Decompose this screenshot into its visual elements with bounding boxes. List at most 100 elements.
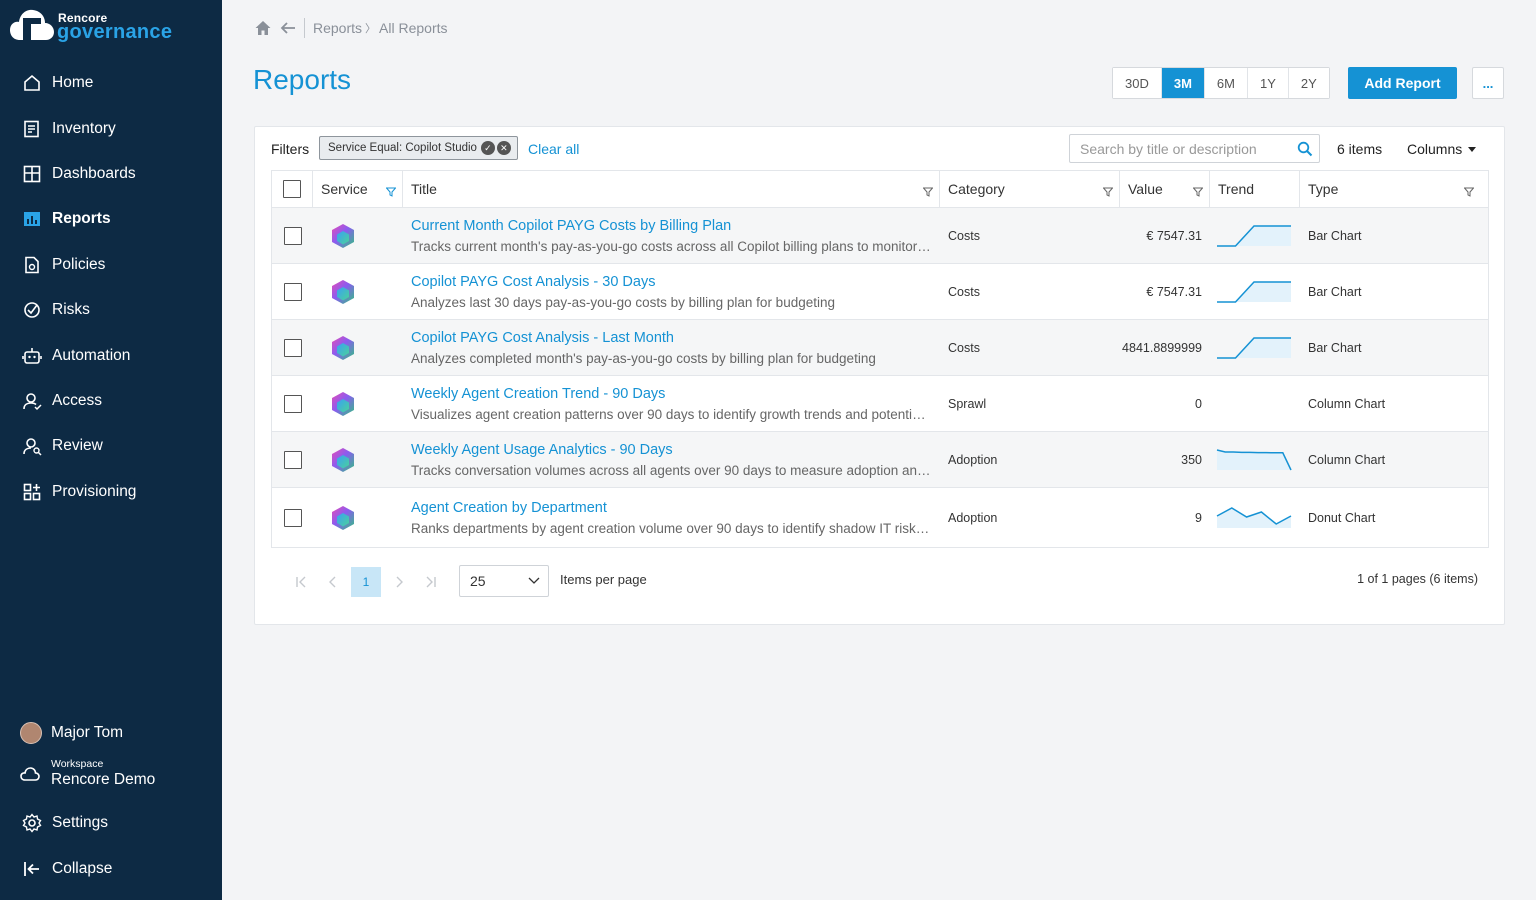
table-row[interactable]: Current Month Copilot PAYG Costs by Bill… xyxy=(272,208,1488,264)
header-value[interactable]: Value xyxy=(1120,171,1210,207)
period-30d-button[interactable]: 30D xyxy=(1113,68,1162,98)
report-description: Ranks departments by agent creation volu… xyxy=(411,520,931,536)
table-row[interactable]: Copilot PAYG Cost Analysis - Last Month A… xyxy=(272,320,1488,376)
prev-page-icon[interactable] xyxy=(317,567,349,597)
row-checkbox[interactable] xyxy=(283,394,302,413)
copilot-studio-icon xyxy=(332,447,354,472)
title-cell: Agent Creation by Department Ranks depart… xyxy=(403,488,940,547)
gear-icon xyxy=(22,813,42,833)
workspace-switcher[interactable]: Workspace Rencore Demo xyxy=(20,758,155,789)
report-title-link[interactable]: Copilot PAYG Cost Analysis - 30 Days xyxy=(411,274,655,290)
report-title-link[interactable]: Weekly Agent Creation Trend - 90 Days xyxy=(411,386,665,402)
report-title-link[interactable]: Copilot PAYG Cost Analysis - Last Month xyxy=(411,330,674,346)
sidebar-item-provisioning[interactable]: Provisioning xyxy=(0,474,222,510)
header-service[interactable]: Service xyxy=(313,171,403,207)
sidebar-item-inventory[interactable]: Inventory xyxy=(0,111,222,147)
items-per-page-select[interactable]: 25 xyxy=(459,565,549,597)
header-label: Type xyxy=(1308,181,1339,197)
report-title-link[interactable]: Agent Creation by Department xyxy=(411,500,607,516)
sidebar-item-access[interactable]: Access xyxy=(0,383,222,419)
trend-cell xyxy=(1210,264,1300,319)
row-checkbox[interactable] xyxy=(283,226,302,245)
reports-icon xyxy=(22,209,42,229)
period-1y-button[interactable]: 1Y xyxy=(1247,68,1289,98)
table-row[interactable]: Agent Creation by Department Ranks depart… xyxy=(272,488,1488,547)
edit-check-icon[interactable]: ✓ xyxy=(480,141,495,155)
filter-icon[interactable] xyxy=(1463,184,1475,200)
row-checkbox[interactable] xyxy=(283,508,302,527)
row-checkbox[interactable] xyxy=(283,338,302,357)
last-page-icon[interactable] xyxy=(415,567,447,597)
trend-cell xyxy=(1210,208,1300,263)
copilot-studio-icon xyxy=(332,335,354,360)
header-title[interactable]: Title xyxy=(403,171,940,207)
sidebar-item-label: Access xyxy=(52,392,102,409)
sidebar-item-label: Review xyxy=(52,437,103,454)
review-icon xyxy=(22,436,42,456)
clear-all-link[interactable]: Clear all xyxy=(528,141,579,157)
table-row[interactable]: Copilot PAYG Cost Analysis - 30 Days Anal… xyxy=(272,264,1488,320)
filter-icon[interactable] xyxy=(385,184,397,200)
sidebar-item-automation[interactable]: Automation xyxy=(0,338,222,374)
category-cell: Adoption xyxy=(948,452,998,467)
add-report-button[interactable]: Add Report xyxy=(1348,67,1457,99)
sidebar-item-settings[interactable]: Settings xyxy=(0,805,222,841)
select-all-checkbox[interactable] xyxy=(283,180,301,198)
inventory-icon xyxy=(22,119,42,139)
filter-icon[interactable] xyxy=(922,184,934,200)
sidebar-item-policies[interactable]: Policies xyxy=(0,247,222,283)
copilot-studio-icon xyxy=(332,223,354,248)
search-input[interactable]: Search by title or description xyxy=(1069,134,1320,163)
columns-dropdown[interactable]: Columns xyxy=(1407,141,1477,157)
copilot-studio-icon xyxy=(332,505,354,530)
sidebar-item-collapse[interactable]: Collapse xyxy=(0,851,222,887)
trend-cell xyxy=(1210,376,1300,431)
filter-icon[interactable] xyxy=(1192,184,1204,200)
header-type[interactable]: Type xyxy=(1300,171,1480,207)
access-icon xyxy=(22,391,42,411)
row-checkbox[interactable] xyxy=(283,450,302,469)
period-2y-button[interactable]: 2Y xyxy=(1288,68,1329,98)
table-body: Current Month Copilot PAYG Costs by Bill… xyxy=(272,208,1488,547)
header-trend[interactable]: Trend xyxy=(1210,171,1300,207)
back-arrow-icon[interactable] xyxy=(280,20,296,36)
title-cell: Weekly Agent Creation Trend - 90 Days Vis… xyxy=(403,376,940,431)
risks-icon xyxy=(22,300,42,320)
category-cell: Costs xyxy=(948,284,980,299)
period-6m-button[interactable]: 6M xyxy=(1204,68,1248,98)
page-number-button[interactable]: 1 xyxy=(351,567,381,597)
value-cell: 9 xyxy=(1195,510,1202,525)
table-row[interactable]: Weekly Agent Usage Analytics - 90 Days Tr… xyxy=(272,432,1488,488)
sidebar-item-home[interactable]: Home xyxy=(0,65,222,101)
title-cell: Weekly Agent Usage Analytics - 90 Days Tr… xyxy=(403,432,940,487)
report-title-link[interactable]: Current Month Copilot PAYG Costs by Bill… xyxy=(411,218,731,234)
policies-icon xyxy=(22,255,42,275)
report-description: Tracks current month's pay-as-you-go cos… xyxy=(411,238,931,254)
table-row[interactable]: Weekly Agent Creation Trend - 90 Days Vis… xyxy=(272,376,1488,432)
row-select-cell xyxy=(272,488,313,547)
first-page-icon[interactable] xyxy=(285,567,317,597)
period-3m-button[interactable]: 3M xyxy=(1161,68,1205,98)
service-cell xyxy=(313,208,403,263)
user-profile[interactable]: Major Tom xyxy=(20,722,123,744)
home-icon[interactable] xyxy=(254,19,272,37)
breadcrumb-divider xyxy=(304,18,305,38)
report-title-link[interactable]: Weekly Agent Usage Analytics - 90 Days xyxy=(411,442,673,458)
row-select-cell xyxy=(272,208,313,263)
filter-icon[interactable] xyxy=(1102,184,1114,200)
sidebar-item-dashboards[interactable]: Dashboards xyxy=(0,156,222,192)
sidebar-item-label: Risks xyxy=(52,301,90,318)
sidebar-item-risks[interactable]: Risks xyxy=(0,292,222,328)
search-icon[interactable] xyxy=(1297,141,1313,160)
header-category[interactable]: Category xyxy=(940,171,1120,207)
breadcrumb-parent[interactable]: Reports xyxy=(313,20,362,36)
breadcrumb-current: All Reports xyxy=(379,20,448,36)
sidebar-item-review[interactable]: Review xyxy=(0,428,222,464)
row-checkbox[interactable] xyxy=(283,282,302,301)
more-options-button[interactable]: ... xyxy=(1472,67,1504,99)
rencore-logo[interactable]: Rencore governance xyxy=(10,6,190,46)
sidebar-item-reports[interactable]: Reports xyxy=(0,201,222,237)
filter-chip[interactable]: Service Equal: Copilot Studio ✓ ✕ xyxy=(319,136,518,160)
next-page-icon[interactable] xyxy=(383,567,415,597)
remove-filter-icon[interactable]: ✕ xyxy=(496,141,511,155)
